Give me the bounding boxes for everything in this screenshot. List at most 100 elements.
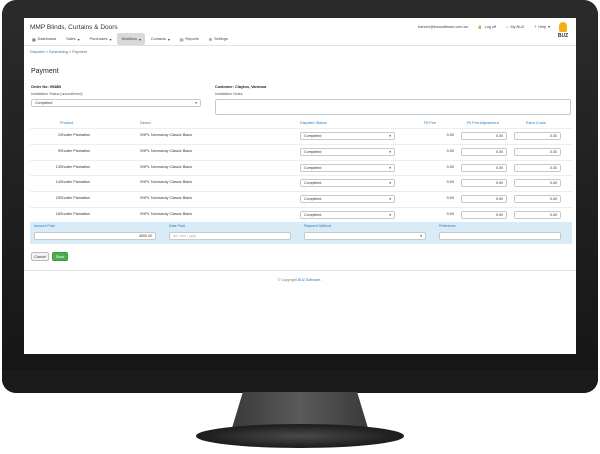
user-email[interactable]: tranner@buzsoftware.com.au bbox=[418, 24, 468, 29]
line-number: 13 bbox=[55, 164, 60, 169]
dispatch-status-select[interactable]: Completed ▾ bbox=[300, 163, 395, 172]
installation-status-label: Installation Status (unconfirmed) bbox=[31, 92, 83, 96]
help-menu[interactable]: ? Help ▾ bbox=[534, 24, 550, 30]
fit-fee-adjustment-input[interactable]: 0.00 bbox=[461, 163, 507, 172]
amount-paid-input[interactable]: 4500.00 bbox=[34, 232, 156, 240]
lock-icon: 🔒 bbox=[477, 25, 483, 29]
fit-fee-cell: 0.00 bbox=[446, 196, 454, 201]
description-cell: SHPL Normandy Classic Black bbox=[140, 148, 192, 153]
col-header-fit-fee: Fit Fee bbox=[424, 121, 436, 125]
payment-panel: Amount Paid 4500.00 Date Paid dd / mm / … bbox=[30, 222, 572, 244]
monitor-stand-base bbox=[196, 424, 404, 448]
cancel-button[interactable]: Cancel bbox=[31, 252, 49, 261]
dispatch-status-select[interactable]: Completed ▾ bbox=[300, 211, 395, 219]
product-cell: Shutter Plantation bbox=[60, 180, 91, 185]
col-header-descn: Descn bbox=[140, 121, 151, 125]
chevron-down-icon: ▾ bbox=[389, 149, 391, 154]
chevron-down-icon: ▾ bbox=[138, 37, 141, 42]
home-icon: ⌂ bbox=[506, 24, 509, 29]
line-number: 9 bbox=[57, 148, 60, 153]
product-cell: Shutter Plantation bbox=[60, 133, 91, 137]
my-buz-link[interactable]: ⌂ My BUZ bbox=[506, 24, 524, 29]
product-cell: Shutter Plantation bbox=[60, 164, 91, 169]
extra-costs-input[interactable]: 0.00 bbox=[514, 179, 561, 188]
installation-status-select[interactable]: Completed ▾ bbox=[31, 99, 201, 107]
log-off-link[interactable]: 🔒 Log off bbox=[477, 24, 496, 30]
buz-logo: BUZ bbox=[554, 20, 572, 44]
table-row: 14 Shutter Plantation SHPL Normandy Classi… bbox=[30, 175, 572, 190]
description-cell: SHPL Normandy Classic Black bbox=[140, 133, 192, 137]
brand-title: MMP Blinds, Curtains & Doors bbox=[30, 24, 118, 31]
table-row: 9 Shutter Plantation SHPL Normandy Classic… bbox=[30, 143, 572, 159]
fit-fee-adjustment-input[interactable]: 0.00 bbox=[461, 179, 507, 188]
description-cell: SHPL Normandy Classic Black bbox=[140, 164, 192, 169]
monitor-frame: MMP Blinds, Curtains & Doors tranner@buz… bbox=[0, 0, 600, 454]
extra-costs-input[interactable]: 0.00 bbox=[514, 195, 561, 204]
dispatch-status-select[interactable]: Completed ▾ bbox=[300, 195, 395, 204]
fit-fee-adjustment-input[interactable]: 0.00 bbox=[461, 211, 507, 219]
nav-item-reports[interactable]: ▤ Reports bbox=[176, 33, 203, 45]
table-row: 16 Shutter Plantation SHPL Normandy Classi… bbox=[30, 207, 572, 222]
chevron-down-icon: ▾ bbox=[389, 213, 391, 217]
chevron-down-icon: ▾ bbox=[77, 37, 80, 42]
monitor-chin bbox=[2, 370, 598, 393]
reference-label: Reference bbox=[439, 224, 456, 228]
date-paid-label: Date Paid bbox=[169, 224, 185, 228]
col-header-extra-costs: Extra Costs bbox=[526, 121, 546, 125]
dispatch-status-select[interactable]: Completed ▾ bbox=[300, 179, 395, 188]
footer: © Copyright BUZ Software - bbox=[277, 278, 323, 282]
chevron-down-icon: ▾ bbox=[195, 101, 197, 105]
fit-fee-cell: 0.00 bbox=[446, 180, 454, 185]
payment-method-select[interactable]: ▾ bbox=[304, 232, 426, 240]
extra-costs-input[interactable]: 0.00 bbox=[514, 147, 561, 156]
nav-item-settings[interactable]: ⚙ Settings bbox=[205, 33, 232, 45]
product-cell: Shutter Plantation bbox=[60, 196, 91, 201]
chevron-down-icon: ▾ bbox=[389, 165, 391, 170]
fit-fee-cell: 0.00 bbox=[446, 164, 454, 169]
fit-fee-cell: 0.00 bbox=[446, 133, 454, 137]
monitor-stand-neck bbox=[232, 392, 368, 428]
installation-notes-label: Installation Notes bbox=[215, 92, 243, 96]
fit-fee-adjustment-input[interactable]: 0.00 bbox=[461, 147, 507, 156]
fit-fee-adjustment-input[interactable]: 0.00 bbox=[461, 132, 507, 140]
dispatch-status-select[interactable]: Completed ▾ bbox=[300, 147, 395, 156]
table-row: 13 Shutter Plantation SHPL Normandy Classi… bbox=[30, 159, 572, 175]
description-cell: SHPL Normandy Classic Black bbox=[140, 196, 192, 201]
line-number: 14 bbox=[55, 180, 60, 185]
app-screen: MMP Blinds, Curtains & Doors tranner@buz… bbox=[24, 18, 576, 354]
logo-text: BUZ bbox=[557, 33, 569, 39]
nav-item-contacts[interactable]: Contacts ▾ bbox=[147, 33, 174, 45]
fit-fee-adjustment-input[interactable]: 0.00 bbox=[461, 195, 507, 204]
extra-costs-input[interactable]: 0.00 bbox=[514, 132, 561, 140]
description-cell: SHPL Normandy Classic Black bbox=[140, 180, 192, 185]
nav-item-dashboard[interactable]: ▦ Dashboard bbox=[28, 33, 60, 45]
breadcrumb: Dispatch » Scheduling » Payment bbox=[30, 50, 88, 54]
extra-costs-input[interactable]: 0.00 bbox=[514, 163, 561, 172]
chevron-down-icon: ▾ bbox=[389, 134, 391, 138]
nav-item-sales[interactable]: Sales ▾ bbox=[62, 33, 83, 45]
extra-costs-input[interactable]: 0.00 bbox=[514, 211, 561, 219]
dashboard-icon: ▦ bbox=[32, 37, 36, 42]
nav-item-workflow[interactable]: Workflow ▾ bbox=[117, 33, 145, 45]
date-paid-input[interactable]: dd / mm / yyyy bbox=[169, 232, 291, 240]
reference-input[interactable] bbox=[439, 232, 561, 240]
footer-link[interactable]: BUZ Software bbox=[298, 278, 320, 282]
installation-notes-input[interactable] bbox=[215, 99, 571, 115]
chevron-down-icon: ▾ bbox=[420, 234, 422, 238]
line-number: 1 bbox=[57, 133, 60, 137]
amount-paid-label: Amount Paid bbox=[34, 224, 55, 228]
customer-name: Customer: Clayton, Vanessa bbox=[215, 85, 267, 89]
description-cell: SHPL Normandy Classic Black bbox=[140, 212, 192, 216]
col-header-product: Product bbox=[60, 121, 74, 125]
product-cell: Shutter Plantation bbox=[60, 212, 91, 216]
breadcrumb-dispatch[interactable]: Dispatch bbox=[30, 50, 45, 54]
product-cell: Shutter Plantation bbox=[60, 148, 91, 153]
dispatch-status-select[interactable]: Completed ▾ bbox=[300, 132, 395, 140]
top-bar: MMP Blinds, Curtains & Doors tranner@buz… bbox=[24, 18, 576, 46]
save-button[interactable]: Save bbox=[52, 252, 68, 261]
nav-item-purchases[interactable]: Purchases ▾ bbox=[86, 33, 116, 45]
page-title: Payment bbox=[31, 68, 59, 75]
col-header-fit-fee-adjustment: Fit Fee Adjustment bbox=[467, 121, 499, 125]
footer-divider bbox=[24, 270, 576, 271]
breadcrumb-scheduling[interactable]: Scheduling bbox=[49, 50, 68, 54]
